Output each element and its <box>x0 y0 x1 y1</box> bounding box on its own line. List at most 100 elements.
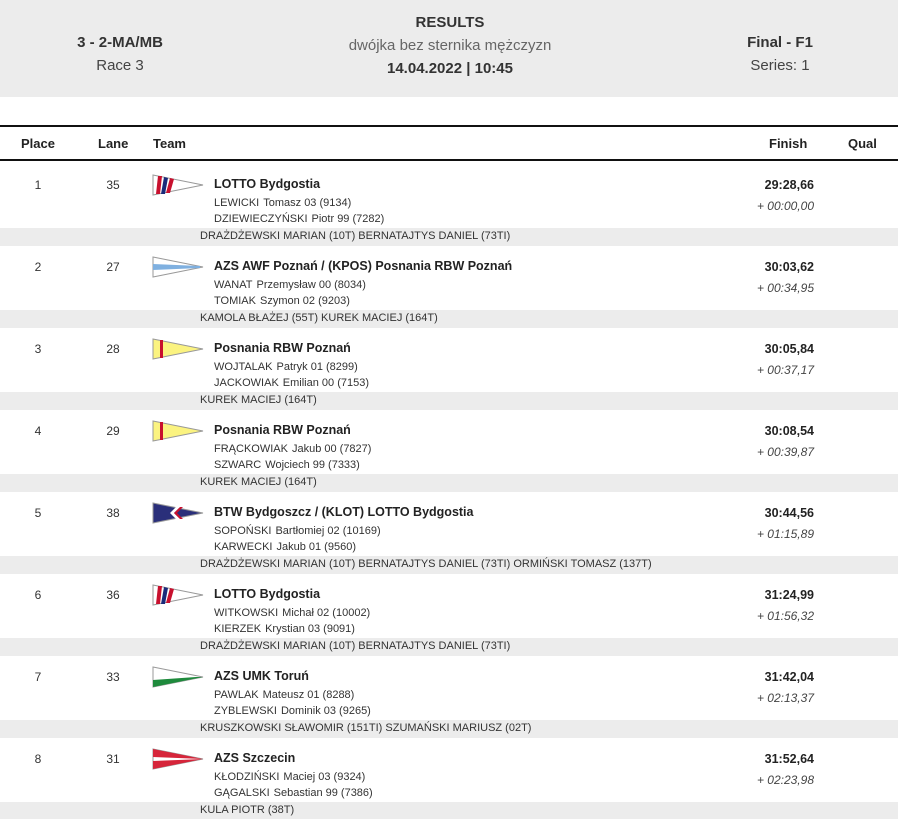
team-name: AZS Szczecin <box>214 751 296 765</box>
finish-difference: + 01:15,89 <box>756 527 814 541</box>
rower-surname: WANAT <box>214 279 253 291</box>
place-value: 8 <box>34 752 42 766</box>
rower-surname: KARWECKI <box>214 541 273 553</box>
category-label: 3 - 2-MA/MB <box>77 34 163 51</box>
rower-2: SZWARC Wojciech 99 (7333) <box>214 459 360 471</box>
rower-surname: FRĄCKOWIAK <box>214 443 288 455</box>
rower-details: Emilian 00 (7153) <box>282 377 370 389</box>
rower-1: KŁODZIŃSKI Maciej 03 (9324) <box>214 771 365 783</box>
rower-surname: KIERZEK <box>214 623 262 635</box>
team-name: Posnania RBW Poznań <box>214 423 351 437</box>
rower-surname: TOMIAK <box>214 295 256 307</box>
rower-details: Michał 02 (10002) <box>282 607 371 619</box>
finish-time: 30:44,56 <box>764 506 814 520</box>
rower-1: WITKOWSKI Michał 02 (10002) <box>214 607 370 619</box>
rower-details: Tomasz 03 (9134) <box>263 197 352 209</box>
column-header-team: Team <box>153 136 186 151</box>
rower-details: Szymon 02 (9203) <box>259 295 350 307</box>
rower-surname: WOJTALAK <box>214 361 273 373</box>
rower-details: Jakub 00 (7827) <box>291 443 372 455</box>
rower-2: JACKOWIAK Emilian 00 (7153) <box>214 377 369 389</box>
table-row: 8 31 AZS Szczecin KŁODZIŃSKI Maciej 03 (9… <box>0 738 898 819</box>
finish-time: 30:05,84 <box>764 342 814 356</box>
rower-2: ZYBLEWSKI Dominik 03 (9265) <box>214 705 371 717</box>
event-datetime: 14.04.2022 | 10:45 <box>387 60 513 77</box>
rower-details: Sebastian 99 (7386) <box>273 787 373 799</box>
club-flag-icon <box>152 666 204 688</box>
results-title: RESULTS <box>415 14 485 31</box>
column-header-place: Place <box>21 136 55 151</box>
lane-value: 29 <box>106 424 120 438</box>
rower-surname: PAWLAK <box>214 689 259 701</box>
rower-surname: SZWARC <box>214 459 262 471</box>
column-header-qual: Qual <box>848 136 877 151</box>
rower-1: LEWICKI Tomasz 03 (9134) <box>214 197 351 209</box>
place-value: 5 <box>34 506 42 520</box>
column-header-finish: Finish <box>769 136 808 151</box>
results-table-header: Place Lane Team Finish Qual <box>0 125 898 161</box>
coaches-bar: KRUSZKOWSKI SŁAWOMIR (151TI) SZUMAŃSKI M… <box>0 720 898 738</box>
place-value: 2 <box>34 260 42 274</box>
table-row: 1 35 LOTTO Bydgostia LEWICKI Tomasz 03 (9… <box>0 164 898 246</box>
finish-time: 31:42,04 <box>764 670 814 684</box>
column-header-lane: Lane <box>98 136 129 151</box>
coaches-bar: KUREK MACIEJ (164T) <box>0 474 898 492</box>
rower-details: Piotr 99 (7282) <box>311 213 385 225</box>
rower-details: Krystian 03 (9091) <box>265 623 355 635</box>
rower-1: WANAT Przemysław 00 (8034) <box>214 279 366 291</box>
rower-surname: ZYBLEWSKI <box>214 705 277 717</box>
rower-2: KARWECKI Jakub 01 (9560) <box>214 541 356 553</box>
event-name: dwójka bez sternika mężczyzn <box>348 37 552 54</box>
rower-details: Dominik 03 (9265) <box>280 705 371 717</box>
lane-value: 35 <box>106 178 120 192</box>
finish-time: 31:52,64 <box>764 752 814 766</box>
coaches-bar: DRAŻDŻEWSKI MARIAN (10T) BERNATAJTYS DAN… <box>0 228 898 246</box>
category-block: 3 - 2-MA/MB Race 3 <box>0 34 240 74</box>
phase-label: Final - F1 <box>747 34 813 51</box>
results-header: 3 - 2-MA/MB Race 3 RESULTS dwójka bez st… <box>0 0 898 97</box>
rower-1: WOJTALAK Patryk 01 (8299) <box>214 361 358 373</box>
rower-details: Wojciech 99 (7333) <box>265 459 360 471</box>
club-flag-icon <box>152 174 204 196</box>
team-name: LOTTO Bydgostia <box>214 587 321 601</box>
rower-1: SOPOŃSKI Bartłomiej 02 (10169) <box>214 525 381 537</box>
lane-value: 36 <box>106 588 120 602</box>
place-value: 6 <box>34 588 42 602</box>
club-flag-icon <box>152 256 204 278</box>
lane-value: 33 <box>106 670 120 684</box>
finish-difference: + 01:56,32 <box>756 609 814 623</box>
place-value: 7 <box>34 670 42 684</box>
table-row: 4 29 Posnania RBW Poznań FRĄCKOWIAK Jakub… <box>0 410 898 492</box>
lane-value: 28 <box>106 342 120 356</box>
team-name: AZS AWF Poznań / (KPOS) Posnania RBW Poz… <box>214 259 513 273</box>
lane-value: 27 <box>106 260 120 274</box>
club-flag-icon <box>152 584 204 606</box>
table-row: 7 33 AZS UMK Toruń PAWLAK Mateusz 01 (828… <box>0 656 898 738</box>
lane-value: 31 <box>106 752 120 766</box>
rower-details: Maciej 03 (9324) <box>283 771 366 783</box>
table-row: 6 36 LOTTO Bydgostia WITKOWSKI Michał 02 … <box>0 574 898 656</box>
finish-difference: + 00:34,95 <box>756 281 814 295</box>
coaches-bar: DRAŻDŻEWSKI MARIAN (10T) BERNATAJTYS DAN… <box>0 638 898 656</box>
rower-surname: GĄGALSKI <box>214 787 270 799</box>
finish-time: 30:03,62 <box>764 260 814 274</box>
rower-1: FRĄCKOWIAK Jakub 00 (7827) <box>214 443 371 455</box>
rower-surname: SOPOŃSKI <box>214 525 272 537</box>
finish-difference: + 02:23,98 <box>756 773 814 787</box>
rower-2: DZIEWIECZYŃSKI Piotr 99 (7282) <box>214 213 384 225</box>
team-name: Posnania RBW Poznań <box>214 341 351 355</box>
club-flag-icon <box>152 338 204 360</box>
finish-time: 31:24,99 <box>764 588 814 602</box>
place-value: 1 <box>34 178 42 192</box>
club-flag-icon <box>152 502 204 524</box>
team-name: LOTTO Bydgostia <box>214 177 321 191</box>
phase-block: Final - F1 Series: 1 <box>660 34 898 74</box>
finish-difference: + 00:39,87 <box>756 445 814 459</box>
lane-value: 38 <box>106 506 120 520</box>
team-name: BTW Bydgoszcz / (KLOT) LOTTO Bydgostia <box>214 505 474 519</box>
finish-difference: + 00:00,00 <box>756 199 814 213</box>
table-row: 5 38 BTW Bydgoszcz / (KLOT) LOTTO Bydgos… <box>0 492 898 574</box>
rower-2: TOMIAK Szymon 02 (9203) <box>214 295 350 307</box>
finish-difference: + 00:37,17 <box>756 363 814 377</box>
coaches-bar: KUREK MACIEJ (164T) <box>0 392 898 410</box>
